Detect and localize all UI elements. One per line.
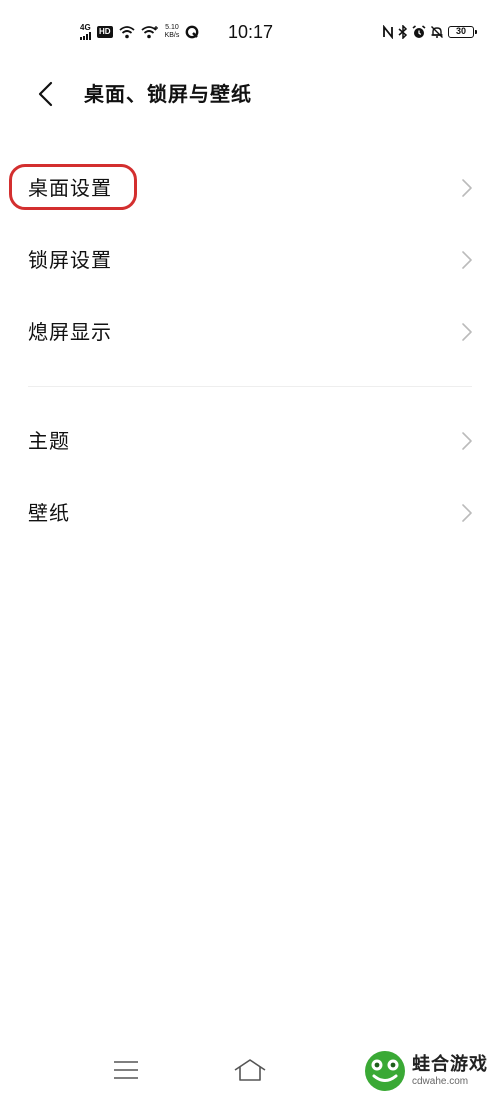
chevron-right-icon <box>462 323 472 341</box>
home-button[interactable] <box>230 1054 270 1086</box>
list-item-lockscreen-settings[interactable]: 锁屏设置 <box>0 224 500 296</box>
menu-button[interactable] <box>106 1054 146 1086</box>
back-button[interactable] <box>28 76 64 112</box>
chevron-left-icon <box>38 81 53 107</box>
list-item-label: 桌面设置 <box>28 176 112 200</box>
wifi-plus-icon <box>140 26 158 39</box>
chevron-right-icon <box>462 251 472 269</box>
alarm-icon <box>412 25 426 38</box>
watermark: 蛙合游戏 cdwahe.com <box>362 1048 494 1094</box>
bluetooth-icon <box>398 25 408 39</box>
status-left: 4G HD 5.10 KB/s <box>80 20 199 44</box>
status-time: 10:17 <box>228 22 274 42</box>
mute-icon <box>431 26 443 38</box>
list-item-label: 锁屏设置 <box>28 248 112 272</box>
watermark-name: 蛙合游戏 <box>412 1054 488 1075</box>
list-item-desktop-settings[interactable]: 桌面设置 <box>0 152 500 224</box>
speed-value: 5.10 <box>165 24 179 31</box>
list-item-screen-off-display[interactable]: 熄屏显示 <box>0 296 500 368</box>
battery-icon: 30 <box>448 26 477 38</box>
list-item-label: 熄屏显示 <box>28 320 112 344</box>
status-bar: 4G HD 5.10 KB/s 10:17 30 <box>0 0 500 62</box>
list-item-wallpaper[interactable]: 壁纸 <box>0 477 500 549</box>
header: 桌面、锁屏与壁纸 <box>0 62 500 126</box>
list-item-theme[interactable]: 主题 <box>0 405 500 477</box>
speed-unit: KB/s <box>164 32 180 39</box>
settings-list: 桌面设置 锁屏设置 熄屏显示 主题 壁纸 <box>0 152 500 549</box>
status-right: 30 <box>382 20 477 44</box>
q-icon <box>185 25 199 39</box>
watermark-url: cdwahe.com <box>412 1076 469 1087</box>
chevron-right-icon <box>462 432 472 450</box>
list-item-label: 主题 <box>28 429 70 453</box>
page-title: 桌面、锁屏与壁纸 <box>84 82 252 106</box>
group-divider <box>28 386 472 387</box>
network-type: 4G <box>80 23 91 32</box>
menu-icon <box>114 1061 138 1079</box>
list-item-label: 壁纸 <box>28 501 70 525</box>
wifi-icon <box>118 26 135 39</box>
nfc-icon <box>383 25 393 39</box>
net-speed: 5.10 KB/s <box>165 24 180 40</box>
home-icon <box>234 1059 266 1081</box>
frog-logo-icon <box>365 1051 405 1091</box>
signal-icon: 4G <box>80 24 91 40</box>
chevron-right-icon <box>462 504 472 522</box>
battery-level: 30 <box>455 26 466 36</box>
chevron-right-icon <box>462 179 472 197</box>
hd-badge: HD <box>97 26 113 38</box>
